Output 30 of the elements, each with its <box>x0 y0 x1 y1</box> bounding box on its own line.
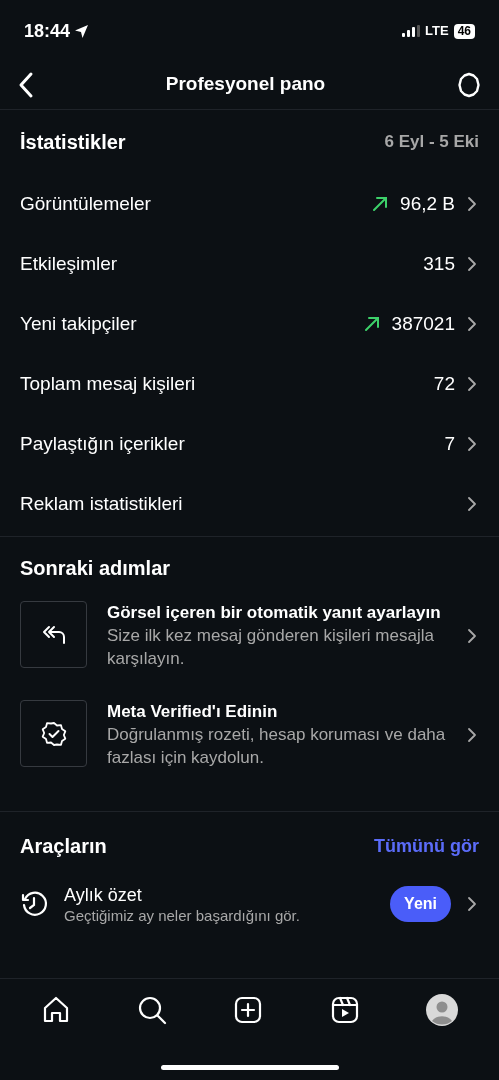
stat-value: 72 <box>433 371 455 396</box>
tool-item[interactable]: Aylık özet Geçtiğimiz ay neler başardığını gör. Yeni <box>0 876 499 932</box>
stat-value: 315 <box>423 251 455 276</box>
tool-title: Aylık özet <box>64 883 143 906</box>
tool-description: Geçtiğimiz ay neler başardığını gör. <box>64 905 301 925</box>
new-badge: Yeni <box>390 886 451 922</box>
statistics-row[interactable]: Yeni takipçiler 387021 <box>0 294 499 354</box>
statistics-row[interactable]: Görüntülemeler 96,2 B <box>0 174 499 234</box>
step-title: Meta Verified'ı Edinin <box>107 701 279 723</box>
section-title: Araçların <box>20 834 107 859</box>
step-description: Doğrulanmış rozeti, hesap koruması ve daha fazlası için kaydolun. <box>107 724 447 769</box>
network-label: LTE <box>425 22 449 41</box>
battery-level: 46 <box>453 23 475 39</box>
section-title: Sonraki adımlar <box>20 557 171 579</box>
statistics-row[interactable]: Paylaştığın içerikler 7 <box>0 414 499 474</box>
next-step-item[interactable]: Meta Verified'ı Edinin Doğrulanmış rozeti, hesap koruması ve daha fazlası için kaydolun. <box>20 700 479 769</box>
stat-value: 96,2 B <box>400 191 455 216</box>
section-title: İstatistikler <box>20 130 126 155</box>
stat-value: 7 <box>444 431 455 456</box>
statistics-row[interactable]: Reklam istatistikleri <box>0 474 499 534</box>
step-title: Görsel içeren bir otomatik yanıt ayarlayın <box>107 602 442 624</box>
page-title: Profesyonel pano <box>165 72 326 97</box>
date-range: 6 Eyl - 5 Eki <box>384 131 479 154</box>
statistics-row[interactable]: Etkileşimler 315 <box>0 234 499 294</box>
stat-value: 387021 <box>391 311 455 336</box>
see-all-link[interactable]: Tümünü gör <box>374 832 479 860</box>
step-description: Size ilk kez mesaj gönderen kişileri mesajla karşılayın. <box>107 625 435 670</box>
clock-time: 18:44 <box>24 19 71 43</box>
statistics-row[interactable]: Toplam mesaj kişileri 72 <box>0 354 499 414</box>
next-step-item[interactable]: Görsel içeren bir otomatik yanıt ayarlayın Size ilk kez mesaj gönderen kişileri mesajla karşılayın. <box>20 601 479 670</box>
